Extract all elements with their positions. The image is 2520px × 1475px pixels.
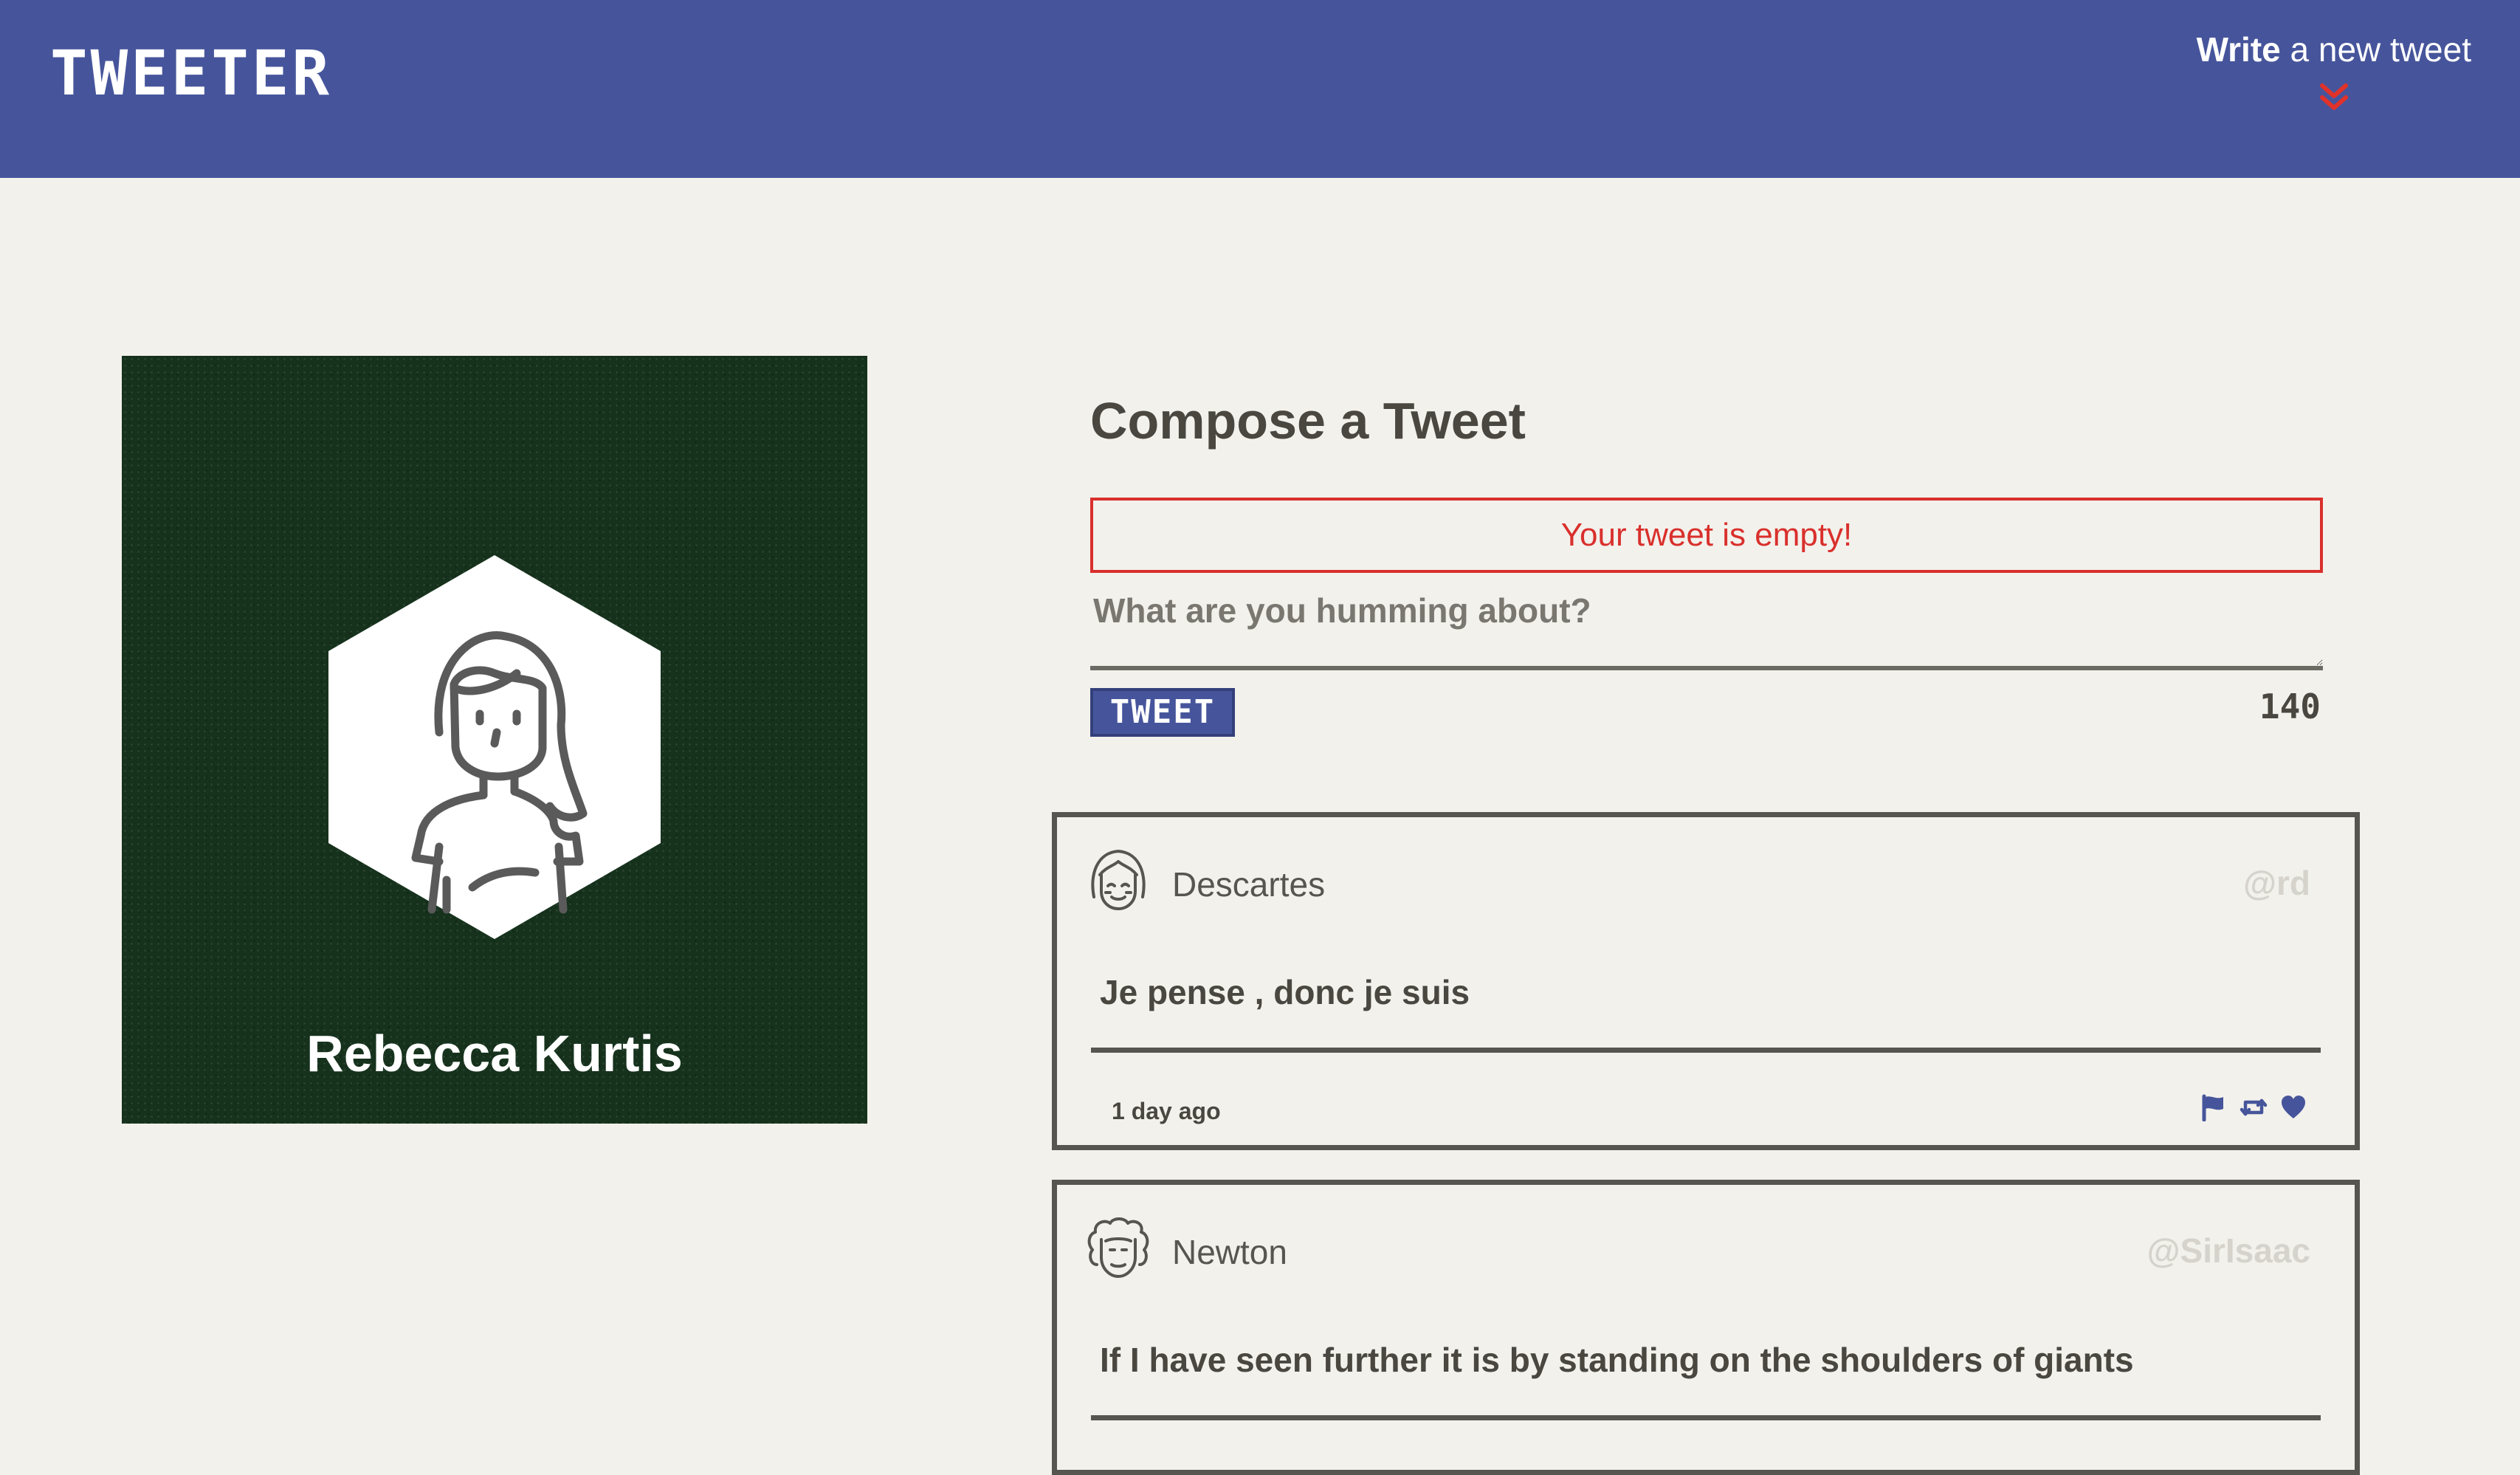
tweet-author-name: Newton	[1172, 1233, 1287, 1271]
tweet-timestamp: 1 day ago	[1112, 1098, 1221, 1124]
double-chevron-down-icon[interactable]	[2318, 81, 2350, 114]
heart-icon[interactable]	[2279, 1093, 2307, 1121]
woman-avatar-icon	[328, 555, 661, 939]
profile-card: Rebecca Kurtis	[122, 356, 867, 1124]
brand-logo[interactable]: TWEETER	[50, 37, 332, 109]
tweet-input[interactable]	[1090, 583, 2323, 670]
tweet-divider	[1091, 1048, 2321, 1053]
top-nav: TWEETER Write a new tweet	[0, 0, 2520, 178]
tweet-card: Newton @SirIsaac If I have seen further …	[1052, 1180, 2360, 1475]
flag-icon[interactable]	[2200, 1093, 2228, 1122]
write-new-tweet-button[interactable]: Write a new tweet	[2197, 30, 2471, 114]
write-label-rest: a new tweet	[2280, 30, 2472, 69]
tweet-author-name: Descartes	[1172, 865, 1326, 904]
newton-avatar-icon	[1087, 1217, 1149, 1278]
tweet-divider	[1091, 1415, 2321, 1420]
tweet-text: Je pense , donc je suis	[1100, 973, 1470, 1011]
tweet-submit-button[interactable]: TWEET	[1090, 688, 1235, 737]
tweet-actions	[2200, 1093, 2307, 1122]
retweet-icon[interactable]	[2240, 1093, 2268, 1121]
compose-title: Compose a Tweet	[1090, 392, 1526, 450]
tweet-text: If I have seen further it is by standing…	[1100, 1341, 2134, 1379]
error-message: Your tweet is empty!	[1090, 498, 2323, 573]
tweet-card: Descartes @rd Je pense , donc je suis 1 …	[1052, 812, 2360, 1150]
tweet-author-handle: @rd	[2243, 864, 2310, 902]
profile-name: Rebecca Kurtis	[306, 1025, 683, 1082]
descartes-avatar-icon	[1091, 850, 1146, 910]
character-counter: 140	[2259, 687, 2321, 726]
write-label-bold: Write	[2196, 30, 2281, 69]
tweet-author-handle: @SirIsaac	[2147, 1231, 2310, 1270]
